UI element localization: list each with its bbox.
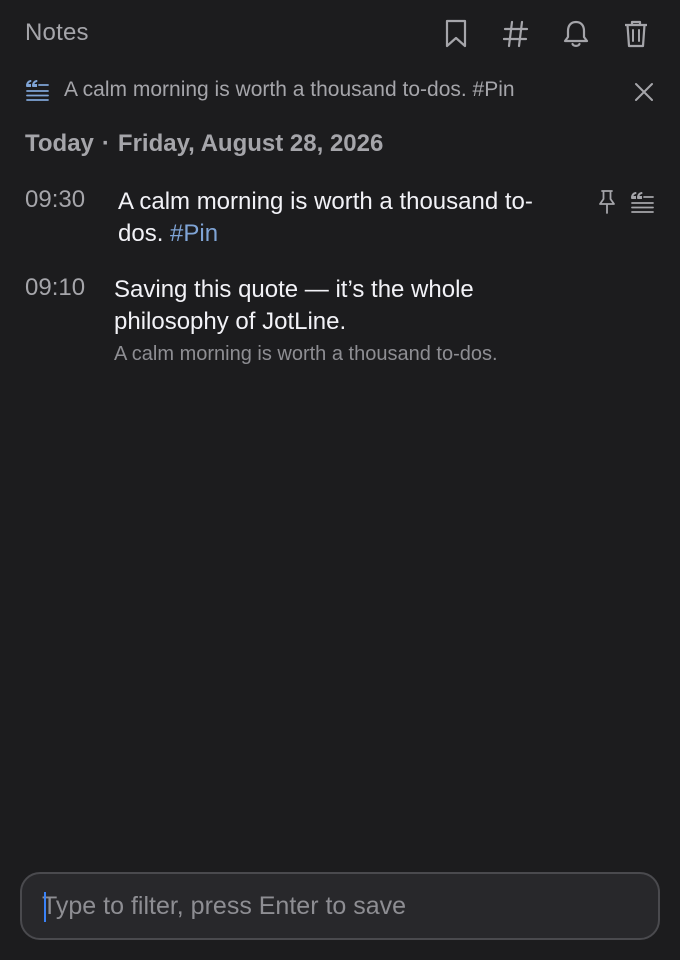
filter-input[interactable] — [42, 874, 638, 938]
note-quote: A calm morning is worth a thousand to-do… — [114, 343, 498, 365]
pinned-banner[interactable]: A calm morning is worth a thousand to-do… — [0, 72, 680, 110]
note-time: 09:30 — [25, 186, 86, 213]
close-pinned-button[interactable] — [628, 76, 660, 108]
note-time: 09:10 — [25, 274, 86, 301]
bell-icon — [563, 20, 589, 47]
trash-button[interactable] — [616, 14, 656, 54]
pin-note-button[interactable] — [593, 188, 621, 216]
note-text: Saving this quote — it’s the whole philo… — [114, 276, 474, 335]
hashtag-icon — [503, 20, 529, 48]
note-text: A calm morning is worth a thousand to-do… — [118, 186, 568, 250]
hashtag-button[interactable] — [496, 14, 536, 54]
date-heading-day: Today — [25, 130, 94, 157]
bookmark-button[interactable] — [436, 14, 476, 54]
note-item[interactable]: 09:30 A calm morning is worth a thousand… — [0, 186, 680, 258]
filter-input-container — [20, 872, 660, 940]
pinned-note-text: A calm morning is worth a thousand to-do… — [64, 78, 515, 101]
note-item[interactable]: 09:10 Saving this quote — it’s the whole… — [0, 274, 680, 374]
quote-icon — [26, 80, 49, 101]
header: Notes — [0, 0, 680, 66]
pin-icon — [599, 190, 615, 214]
text-caret — [44, 892, 46, 922]
note-tag[interactable]: #Pin — [170, 220, 218, 247]
bookmark-icon — [445, 19, 467, 48]
quote-icon — [631, 192, 654, 213]
date-heading-date: Friday, August 28, 2026 — [117, 130, 384, 157]
date-heading-separator: · — [101, 130, 110, 157]
date-heading: Today · Friday, August 28, 2026 — [25, 130, 383, 158]
trash-icon — [625, 20, 647, 48]
quote-note-button[interactable] — [628, 188, 656, 216]
app-title: Notes — [25, 19, 89, 46]
notes-app: Notes A calm morning is worth a thousand… — [0, 0, 680, 960]
close-icon — [635, 83, 653, 101]
reminders-button[interactable] — [556, 14, 596, 54]
